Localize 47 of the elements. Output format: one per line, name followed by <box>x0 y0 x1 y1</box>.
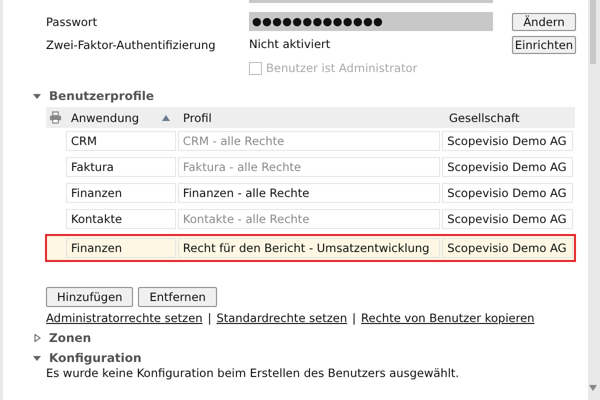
section-title[interactable]: Benutzerprofile <box>49 89 154 103</box>
table-cell: Kontakte <box>66 209 176 229</box>
action-button[interactable]: Hinzufügen <box>46 287 134 307</box>
password-field[interactable]: ●●●●●●●●●●●●● <box>249 12 493 31</box>
expand-icon[interactable] <box>33 92 41 100</box>
table-row[interactable]: Finanzen Recht für den Bericht - Umsatzentwicklung Scopevisio Demo AG <box>46 235 575 261</box>
link[interactable]: Rechte von Benutzer kopieren <box>361 311 534 325</box>
table-cell: Finanzen <box>66 183 176 203</box>
section-text: Es wurde keine Konfiguration beim Erstellen des Benutzers ausgewählt. <box>46 366 460 380</box>
table-row[interactable]: CRM CRM - alle Rechte Scopevisio Demo AG <box>46 128 575 154</box>
table-cell: CRM - alle Rechte <box>178 131 440 151</box>
table-cell: Recht für den Bericht - Umsatzentwicklung <box>178 238 440 258</box>
table-cell: Scopevisio Demo AG <box>442 209 573 229</box>
column-header[interactable]: Gesellschaft <box>444 107 575 128</box>
section-title[interactable]: Zonen <box>49 331 92 345</box>
table-cell: Finanzen <box>66 238 176 258</box>
table-row[interactable]: Faktura Faktura - alle Rechte Scopevisio Demo AG <box>46 154 575 180</box>
table-cell: Scopevisio Demo AG <box>442 157 573 177</box>
checkbox-label: Benutzer ist Administrator <box>266 61 418 75</box>
expand-icon[interactable] <box>33 334 41 342</box>
action-button[interactable]: Entfernen <box>138 287 217 307</box>
table-row[interactable]: Kontakte Kontakte - alle Rechte Scopevisio Demo AG <box>46 206 575 232</box>
printer-icon[interactable] <box>48 111 62 124</box>
separator: | <box>352 311 356 325</box>
link[interactable]: Administratorrechte setzen <box>46 311 203 325</box>
field-label: Zwei-Faktor-Authentifizierung <box>46 38 217 52</box>
table-cell: Scopevisio Demo AG <box>442 131 573 151</box>
table-cell: Scopevisio Demo AG <box>442 183 573 203</box>
section-title[interactable]: Konfiguration <box>49 351 142 365</box>
table-cell: Kontakte - alle Rechte <box>178 209 440 229</box>
column-header[interactable]: Profil <box>178 107 442 128</box>
scrollbar-thumb[interactable] <box>590 0 596 64</box>
table-cell: Faktura <box>66 157 176 177</box>
table-cell: CRM <box>66 131 176 151</box>
expand-icon[interactable] <box>33 354 41 362</box>
field-label: Passwort <box>46 14 98 28</box>
separator: | <box>208 311 212 325</box>
field-button[interactable]: Ändern <box>512 12 576 30</box>
scroll-down-icon[interactable] <box>589 385 597 391</box>
table-cell: Scopevisio Demo AG <box>442 238 573 258</box>
table-cell: Finanzen - alle Rechte <box>178 183 440 203</box>
column-header[interactable]: Anwendung <box>66 107 176 128</box>
field-value: Nicht aktiviert <box>249 36 332 53</box>
link[interactable]: Standardrechte setzen <box>216 311 348 325</box>
table-cell: Faktura - alle Rechte <box>178 157 440 177</box>
field-button[interactable]: Einrichten <box>512 36 576 54</box>
table-row[interactable]: Finanzen Finanzen - alle Rechte Scopevisio Demo AG <box>46 180 575 206</box>
